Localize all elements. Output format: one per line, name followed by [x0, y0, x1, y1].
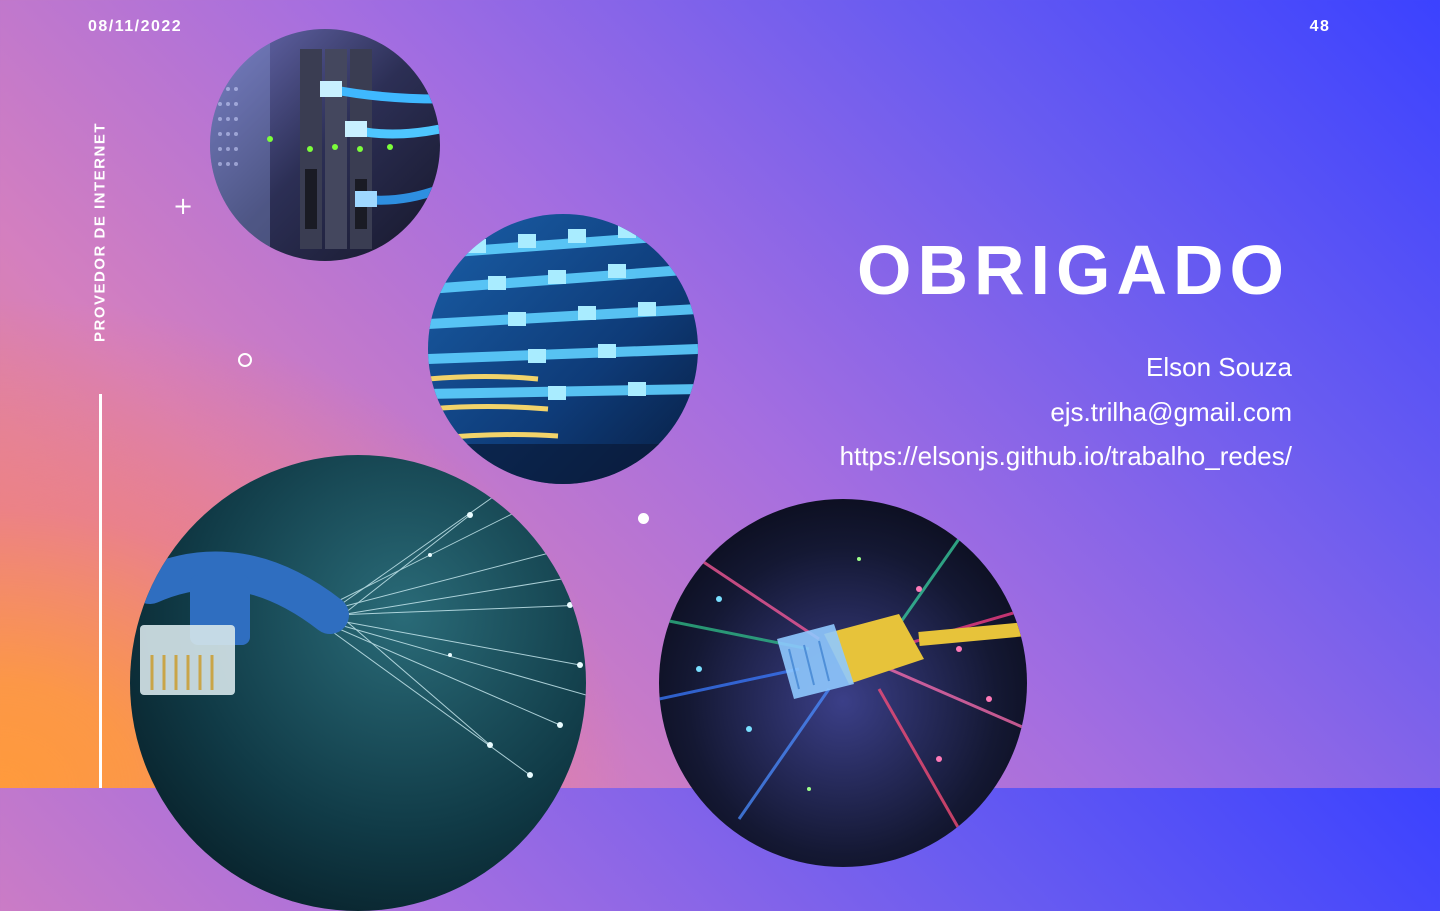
project-url-link[interactable]: https://elsonjs.github.io/trabalho_redes… — [840, 441, 1292, 472]
fiber-ethernet-photo — [130, 455, 586, 911]
page-number: 48 — [1309, 18, 1331, 35]
author-name: Elson Souza — [1146, 352, 1292, 382]
thank-you-heading: OBRIGADO — [857, 231, 1290, 309]
author-email[interactable]: ejs.trilha@gmail.com — [1050, 397, 1292, 428]
slide-date: 08/11/2022 — [88, 18, 183, 35]
dot-decoration-icon — [638, 513, 649, 524]
patch-cables-photo — [428, 214, 698, 484]
ring-decoration-icon — [238, 353, 252, 367]
fiber-connector-photo — [659, 499, 1027, 867]
vertical-divider — [99, 394, 102, 788]
server-rack-photo — [210, 29, 440, 261]
section-title: PROVEDOR DE INTERNET — [91, 121, 109, 343]
plus-icon: + — [173, 192, 194, 220]
